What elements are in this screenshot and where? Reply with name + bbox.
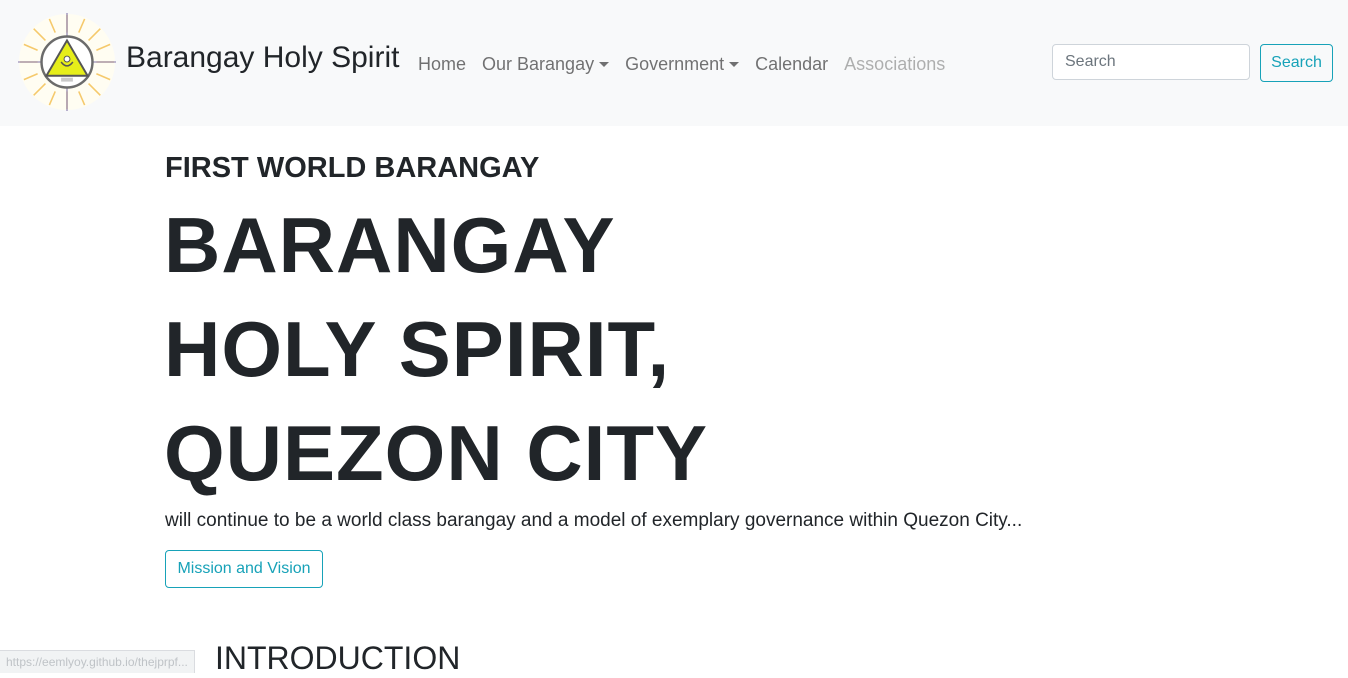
brand-title[interactable]: Barangay Holy Spirit [126,38,399,78]
hero-lead-text: will continue to be a world class barang… [165,510,1023,531]
caret-down-icon [729,61,740,67]
hero-kicker: FIRST WORLD BARANGAY [165,152,540,184]
nav-calendar[interactable]: Calendar [747,54,836,75]
nav-associations: Associations [836,54,953,75]
search-button[interactable]: Search [1260,44,1333,82]
main-nav: Home Our Barangay Government Calendar As… [410,50,953,78]
nav-home-label: Home [418,53,467,74]
nav-government-dropdown[interactable]: Government [617,54,747,75]
nav-home[interactable]: Home [410,54,474,75]
hero-title-line: HOLY SPIRIT, [164,305,671,393]
nav-associations-label: Associations [844,53,946,74]
introduction-heading: INTRODUCTION [215,640,461,676]
nav-our-barangay-dropdown[interactable]: Our Barangay [474,54,617,75]
nav-our-barangay-label: Our Barangay [482,53,595,74]
mission-vision-button[interactable]: Mission and Vision [165,550,323,588]
barangay-seal-icon[interactable] [18,13,116,111]
nav-calendar-label: Calendar [755,53,829,74]
hero-title-line: BARANGAY [164,201,616,289]
nav-government-label: Government [625,53,725,74]
hero-title-line: QUEZON CITY [164,409,709,497]
search-input[interactable] [1052,44,1250,80]
status-bar-url: https://eemlyoy.github.io/thejprpf... [0,650,195,673]
caret-down-icon [599,61,610,67]
hero-title: BARANGAY HOLY SPIRIT, QUEZON CITY [164,193,708,505]
navbar: Barangay Holy Spirit Home Our Barangay G… [0,0,1348,126]
